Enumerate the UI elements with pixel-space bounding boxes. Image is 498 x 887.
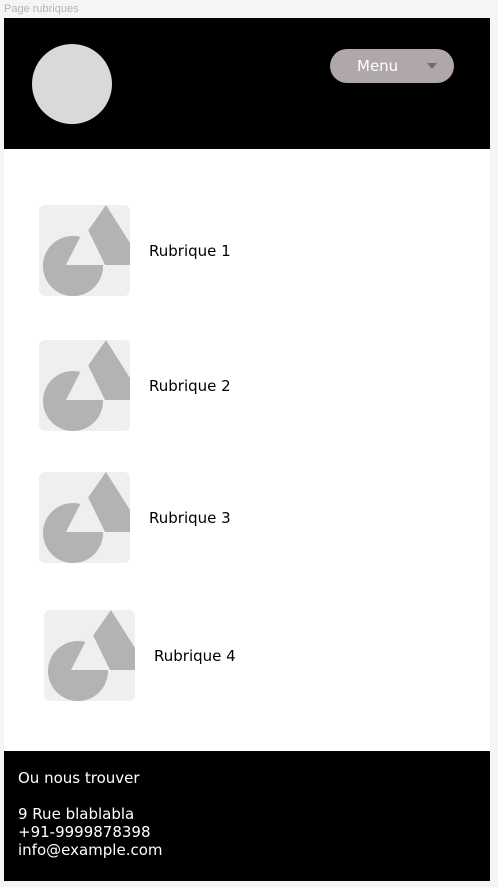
rubrique-item-1[interactable]: Rubrique 1 (39, 205, 231, 296)
image-placeholder-icon (39, 205, 130, 296)
header: Menu (4, 18, 490, 149)
footer-phone[interactable]: +91-9999878398 (18, 823, 151, 841)
rubrique-label: Rubrique 3 (149, 508, 231, 527)
footer-email[interactable]: info@example.com (18, 841, 163, 859)
footer-address: 9 Rue blablabla (18, 805, 135, 823)
page-frame: Menu Rubrique 1 Rubrique 2 Rubrique 3 Ru… (4, 18, 490, 881)
rubrique-label: Rubrique 4 (154, 646, 236, 665)
logo-circle[interactable] (32, 44, 112, 124)
rubrique-label: Rubrique 1 (149, 241, 231, 260)
image-placeholder-icon (39, 340, 130, 431)
image-placeholder-icon (39, 472, 130, 563)
rubrique-item-4[interactable]: Rubrique 4 (44, 610, 236, 701)
rubrique-item-3[interactable]: Rubrique 3 (39, 472, 231, 563)
frame-title: Page rubriques (4, 3, 79, 15)
rubrique-label: Rubrique 2 (149, 376, 231, 395)
menu-dropdown-button[interactable]: Menu (330, 49, 454, 83)
footer: Ou nous trouver 9 Rue blablabla +91-9999… (4, 751, 490, 881)
caret-down-icon (427, 63, 437, 69)
menu-label: Menu (357, 57, 399, 75)
footer-title: Ou nous trouver (18, 769, 140, 787)
rubrique-item-2[interactable]: Rubrique 2 (39, 340, 231, 431)
image-placeholder-icon (44, 610, 135, 701)
